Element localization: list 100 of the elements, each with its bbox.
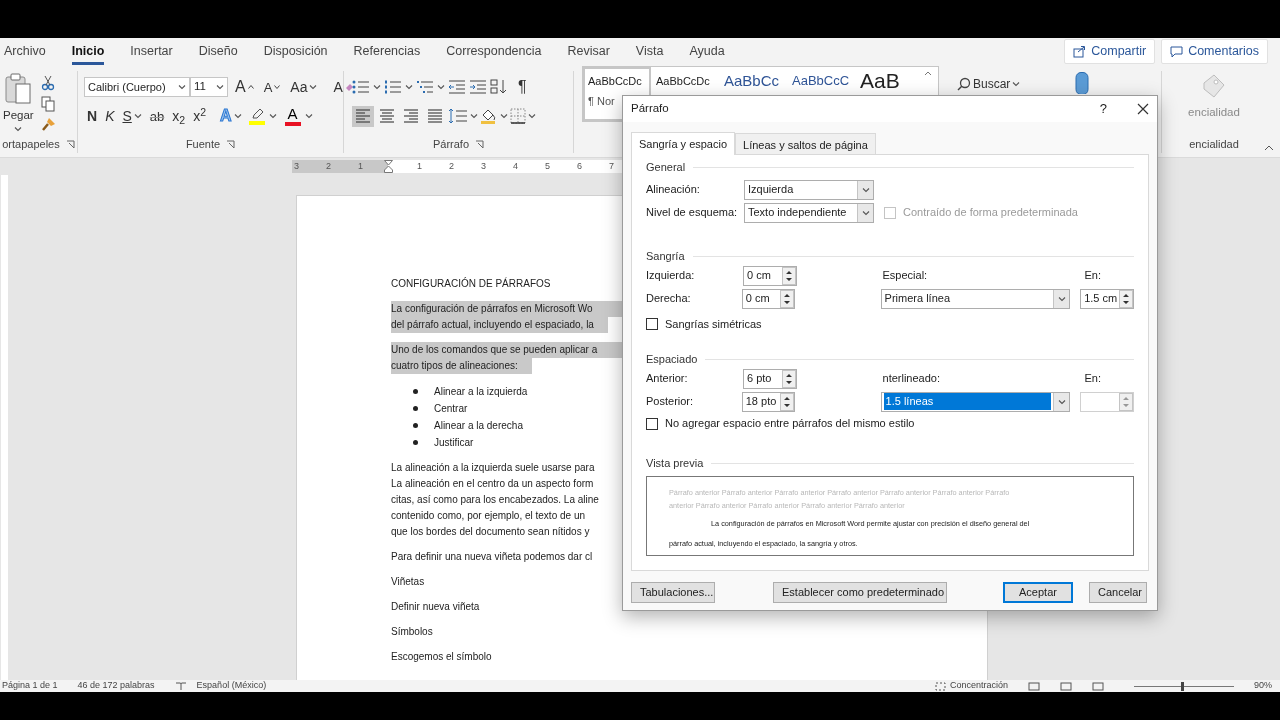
- caret-icon[interactable]: [528, 113, 536, 119]
- page-count[interactable]: Página 1 de 1: [2, 679, 58, 693]
- bold-button[interactable]: N: [84, 105, 101, 127]
- caret-icon[interactable]: [405, 84, 413, 90]
- text-line: contenido como, por ejemplo, el texto de un: [391, 509, 586, 523]
- dialog-tab[interactable]: Sangría y espacio: [631, 132, 736, 155]
- dialog-launcher-icon[interactable]: [475, 140, 485, 149]
- font-name-field[interactable]: Calibri (Cuerpo): [84, 77, 190, 97]
- subscript-button[interactable]: x$_{2}$: [169, 105, 189, 127]
- multilevel-list-icon[interactable]: [416, 80, 434, 94]
- caret-icon[interactable]: [470, 113, 478, 119]
- align-left-button[interactable]: [352, 105, 374, 127]
- bullet-icon: [413, 423, 418, 428]
- dialog-button[interactable]: Establecer como predeterminado: [773, 582, 947, 603]
- indent-marker-icon[interactable]: [384, 160, 393, 173]
- copy-icon[interactable]: [40, 96, 55, 112]
- search-button[interactable]: Buscar: [954, 73, 1024, 94]
- dialog-button[interactable]: Aceptar: [1003, 582, 1073, 603]
- help-button[interactable]: ?: [1099, 99, 1107, 119]
- section-heading: Espaciado: [646, 351, 1134, 367]
- bulleted-list-icon[interactable]: [352, 80, 370, 94]
- menu-tab[interactable]: Diseño: [198, 38, 238, 65]
- italic-button[interactable]: K: [102, 105, 118, 127]
- font-size-field[interactable]: 11: [190, 77, 228, 97]
- list-item-text: Alinear a la izquierda: [434, 385, 528, 399]
- borders-icon[interactable]: [510, 108, 526, 124]
- menu-tab[interactable]: Insertar: [130, 38, 173, 65]
- comments-button[interactable]: Comentarios: [1161, 39, 1268, 64]
- spin-arrows-icon: [781, 369, 796, 388]
- dropdown[interactable]: Texto independiente: [744, 202, 874, 223]
- document-heading: CONFIGURACIÓN DE PÁRRAFOS: [391, 276, 552, 291]
- paste-button[interactable]: Pegar: [0, 71, 37, 136]
- menu-tab[interactable]: Archivo: [4, 38, 46, 65]
- menu-tab[interactable]: Correspondencia: [446, 38, 542, 65]
- dropdown[interactable]: Izquierda: [744, 179, 874, 200]
- dialog-button[interactable]: Tabulaciones...: [631, 582, 715, 603]
- dialog-button[interactable]: Cancelar: [1089, 582, 1147, 603]
- ruler-number: 3: [480, 159, 487, 173]
- sort-icon[interactable]: [490, 79, 508, 95]
- dialog-launcher-icon[interactable]: [65, 140, 75, 149]
- caret-icon: [861, 209, 870, 216]
- read-mode-icon[interactable]: [1028, 681, 1040, 691]
- zoom-level[interactable]: 90%: [1254, 679, 1272, 693]
- numbered-list-icon[interactable]: [384, 80, 402, 94]
- word-count[interactable]: 46 de 172 palabras: [77, 679, 155, 693]
- caret-icon[interactable]: [437, 84, 445, 90]
- caret-icon: [304, 113, 313, 119]
- menu-tab[interactable]: Referencias: [353, 38, 421, 65]
- menu-tab[interactable]: Revisar: [567, 38, 610, 65]
- microphone-icon[interactable]: [1074, 72, 1090, 94]
- dialog-launcher-icon[interactable]: [226, 140, 236, 149]
- clear-formatting-button[interactable]: A: [330, 76, 357, 98]
- brush-icon[interactable]: [40, 117, 56, 132]
- search-icon: [957, 76, 971, 91]
- highlight-button[interactable]: [246, 107, 267, 125]
- spin-field[interactable]: 6 pto: [743, 368, 797, 389]
- increase-indent-icon[interactable]: [469, 80, 487, 94]
- checkbox[interactable]: [646, 417, 658, 430]
- web-layout-icon[interactable]: [1092, 681, 1104, 691]
- decrease-indent-icon[interactable]: [448, 80, 466, 94]
- shrink-font-button[interactable]: A: [260, 76, 284, 98]
- group-label: ortapapeles: [2, 137, 60, 153]
- line-spacing-icon[interactable]: [448, 108, 468, 124]
- menu-tab[interactable]: Vista: [635, 38, 664, 65]
- close-icon[interactable]: [1137, 103, 1149, 115]
- superscript-button[interactable]: x$^{2}$: [190, 105, 209, 127]
- dropdown[interactable]: Primera línea: [880, 288, 1071, 309]
- caret-icon: [178, 84, 186, 90]
- dialog-tab[interactable]: Líneas y saltos de página: [735, 133, 876, 154]
- share-icon: [1073, 45, 1087, 58]
- share-button[interactable]: Compartir: [1064, 39, 1156, 64]
- text-line: Viñetas: [391, 575, 426, 589]
- spin-field[interactable]: 0 cm: [743, 265, 797, 286]
- zoom-slider-thumb[interactable]: [1181, 681, 1184, 691]
- spin-field[interactable]: 18 pto: [741, 391, 795, 412]
- grow-font-button[interactable]: A: [232, 76, 257, 98]
- highlighter-icon: [249, 107, 264, 120]
- focus-button[interactable]: Concentración: [934, 679, 1008, 693]
- language-label[interactable]: Español (México): [196, 679, 267, 693]
- scissors-icon[interactable]: [40, 75, 55, 91]
- underline-button[interactable]: S: [119, 105, 145, 127]
- collapse-ribbon-icon[interactable]: [1264, 145, 1274, 151]
- ruler-number: 2: [325, 159, 332, 173]
- spin-field[interactable]: 0 cm: [741, 288, 795, 309]
- bullet-icon: [413, 389, 418, 394]
- menu-tab[interactable]: Disposición: [263, 38, 328, 65]
- menu-tab[interactable]: Ayuda: [689, 38, 725, 65]
- caret-icon[interactable]: [373, 84, 381, 90]
- text-line: Para definir una nueva viñeta podemos dar cl: [391, 550, 594, 564]
- dropdown[interactable]: 1.5 líneas: [880, 391, 1071, 412]
- change-case-button[interactable]: Aa: [287, 76, 321, 98]
- show-formatting-button[interactable]: ¶: [515, 76, 530, 98]
- checkbox[interactable]: [646, 318, 658, 330]
- field-label: Anterior:: [646, 371, 689, 387]
- paint-bucket-icon[interactable]: [480, 108, 498, 124]
- font-color-button[interactable]: A: [282, 106, 303, 126]
- print-layout-icon[interactable]: [1060, 681, 1072, 691]
- caret-icon[interactable]: [500, 113, 508, 119]
- spin-field[interactable]: 1.5 cm: [1080, 288, 1134, 309]
- checkbox-label: Contraído de forma predeterminada: [903, 205, 1078, 221]
